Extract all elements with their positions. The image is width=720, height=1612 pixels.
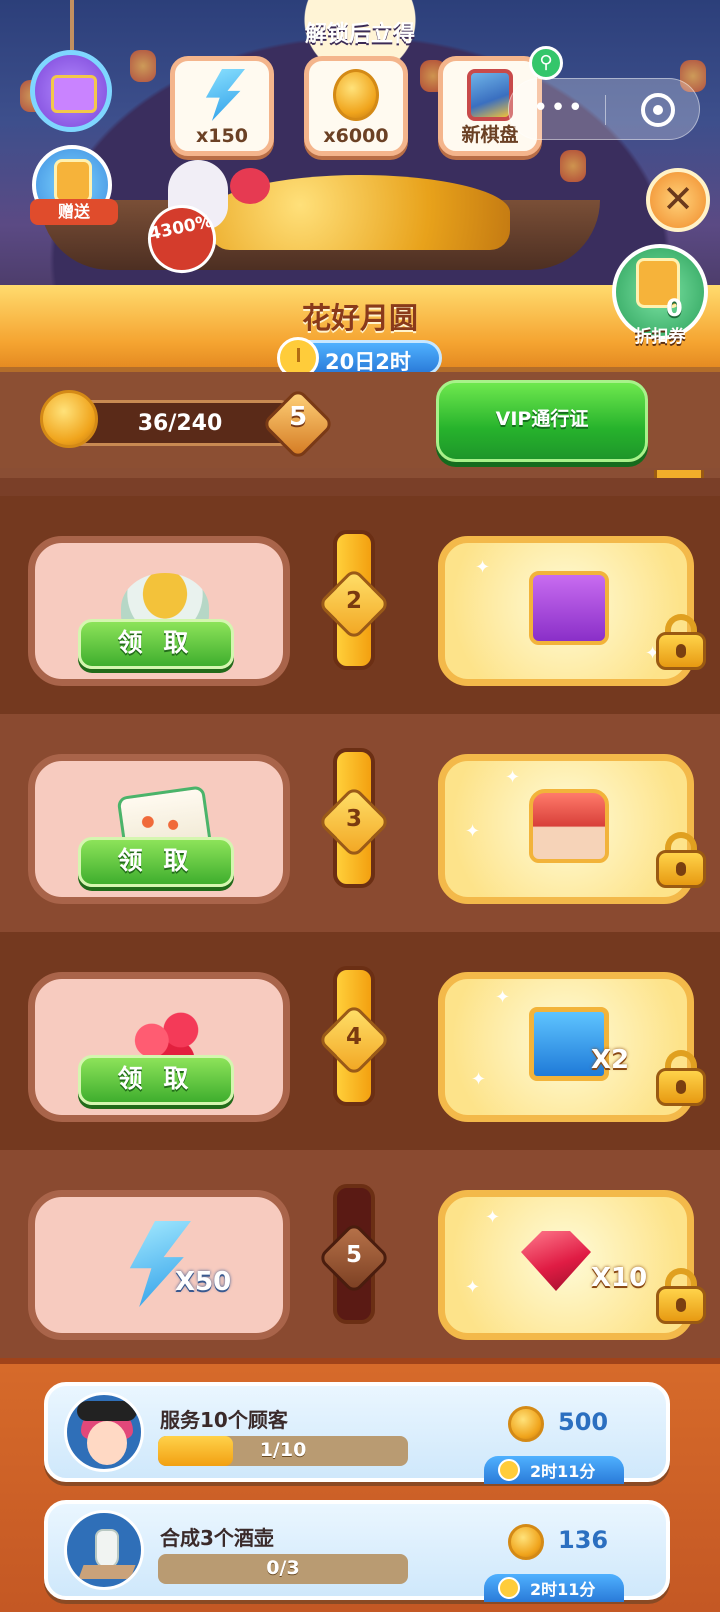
task-card[interactable]: 合成3个酒壶 0/3 136 2时11分 xyxy=(44,1500,670,1602)
free-reward-card: X50 xyxy=(28,1190,290,1340)
reward-row: 领 取 2 ✦ ✦ xyxy=(0,496,720,716)
sparkle-icon: ✦ xyxy=(465,821,481,842)
lock-icon xyxy=(656,1050,706,1106)
level-number: 5 xyxy=(345,1242,362,1268)
task-reward-amount: 136 xyxy=(558,1526,609,1554)
sparkle-icon: ✦ xyxy=(475,557,491,578)
reward-multiplier: X10 xyxy=(591,1263,648,1293)
lock-icon xyxy=(656,1268,706,1324)
ticket-icon xyxy=(54,159,92,203)
task-timer-text: 2时11分 xyxy=(530,1462,596,1481)
mooncake-coin-icon xyxy=(40,390,98,448)
claim-button[interactable]: 领 取 xyxy=(78,619,234,669)
heart-illustration xyxy=(230,168,270,204)
close-button[interactable]: ✕ xyxy=(646,168,710,232)
lock-icon xyxy=(656,614,706,670)
magnify-icon[interactable]: ⚲ xyxy=(529,46,563,80)
claim-button[interactable]: 领 取 xyxy=(78,1055,234,1105)
ruby-icon xyxy=(521,1231,591,1291)
unlock-reward-coins: x6000 xyxy=(304,56,408,156)
task-name: 合成3个酒壶 xyxy=(160,1526,274,1550)
customer-avatar xyxy=(64,1392,144,1472)
pass-progress-bar: 36/240 xyxy=(70,400,290,446)
task-progress-bar: 0/3 xyxy=(158,1554,408,1584)
mooncake-coin-icon xyxy=(508,1524,544,1560)
reward-row: X50 5 ✦ ✦ X10 xyxy=(0,1150,720,1358)
energy-bolt-icon xyxy=(205,69,245,121)
lock-icon xyxy=(656,832,706,888)
unlock-rewards-title: 解锁后立得 xyxy=(304,22,415,47)
close-miniprogram-icon[interactable] xyxy=(641,93,675,127)
gift-label: 赠送 xyxy=(30,199,118,225)
reward-multiplier: X50 xyxy=(175,1267,232,1297)
capsule-divider xyxy=(605,95,606,125)
mini-program-capsule: ••• xyxy=(508,78,700,140)
sparkle-icon: ✦ xyxy=(465,1277,481,1298)
mooncake-coin-icon xyxy=(333,69,379,121)
task-progress-text: 0/3 xyxy=(266,1557,300,1579)
task-timer-text: 2时11分 xyxy=(530,1580,596,1599)
unlock-reward-energy: x150 xyxy=(170,56,274,156)
level-number: 3 xyxy=(345,806,362,832)
sparkle-icon: ✦ xyxy=(471,1069,487,1090)
task-name: 服务10个顾客 xyxy=(160,1408,288,1432)
current-level-number: 5 xyxy=(288,402,308,432)
reward-track[interactable]: 领 取 2 ✦ ✦ 领 取 3 ✦ ✦ 领 取 4 ✦ ✦ X2 X50 5 ✦… xyxy=(0,478,720,1358)
vip-pass-button[interactable]: VIP通行证 xyxy=(436,380,648,462)
more-menu-icon[interactable]: ••• xyxy=(533,93,585,123)
unlock-reward-label: x150 xyxy=(196,125,248,147)
task-progress-bar: 1/10 xyxy=(158,1436,408,1466)
task-timer: 2时11分 xyxy=(484,1456,624,1484)
clock-icon xyxy=(498,1577,520,1599)
level-number: 4 xyxy=(345,1024,362,1050)
task-timer: 2时11分 xyxy=(484,1574,624,1602)
task-card[interactable]: 服务10个顾客 1/10 500 2时11分 xyxy=(44,1382,670,1484)
sparkle-icon: ✦ xyxy=(505,767,521,788)
mystery-chest-icon xyxy=(529,789,609,863)
gift-button[interactable]: 赠送 xyxy=(30,145,118,225)
mooncake-coin-icon xyxy=(508,1406,544,1442)
board-thumbnail-icon xyxy=(467,69,513,121)
rope-decoration xyxy=(70,0,74,50)
reward-multiplier: X2 xyxy=(591,1045,630,1075)
pass-progress-text: 36/240 xyxy=(137,411,223,436)
unlock-reward-label: x6000 xyxy=(323,125,389,147)
task-progress-text: 1/10 xyxy=(259,1439,307,1461)
reward-row: 领 取 3 ✦ ✦ xyxy=(0,714,720,934)
level-number: 2 xyxy=(345,588,362,614)
coupon-label: 折扣券 xyxy=(634,327,686,347)
treasure-chest-button[interactable] xyxy=(30,50,112,132)
task-reward-amount: 500 xyxy=(558,1408,609,1436)
task-panel: 服务10个顾客 1/10 500 2时11分 合成3个酒壶 0/3 136 2时… xyxy=(0,1358,720,1612)
purple-chest-icon xyxy=(529,571,609,645)
wine-jug-avatar xyxy=(64,1510,144,1590)
sparkle-icon: ✦ xyxy=(485,1207,501,1228)
sparkle-icon: ✦ xyxy=(495,987,511,1008)
coupon-count: 0 xyxy=(666,294,683,322)
claim-button[interactable]: 领 取 xyxy=(78,837,234,887)
reward-row: 领 取 4 ✦ ✦ X2 xyxy=(0,932,720,1152)
clock-icon xyxy=(498,1459,520,1481)
event-timer: 20日2时 xyxy=(277,337,442,379)
